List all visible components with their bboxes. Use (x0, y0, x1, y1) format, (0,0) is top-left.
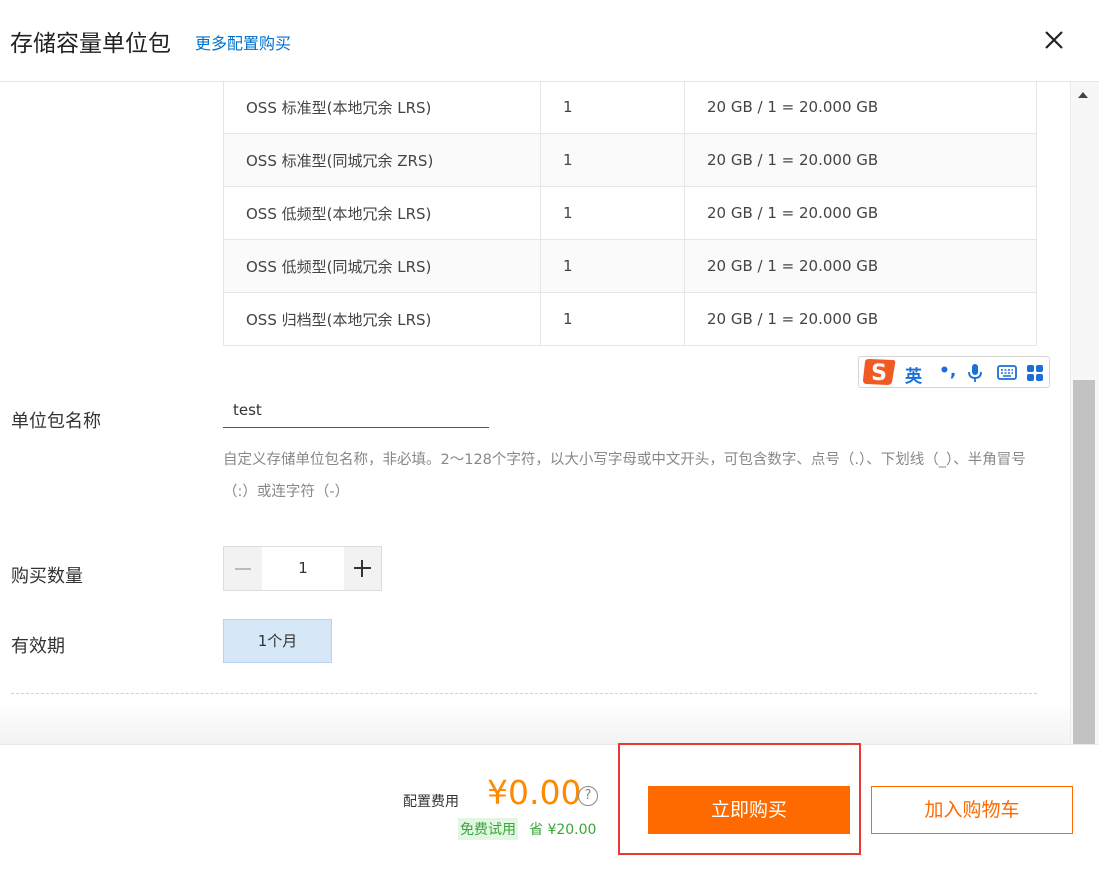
microphone-icon[interactable] (967, 363, 983, 383)
table-cell-capacity: 20 GB / 1 = 20.000 GB (684, 186, 1037, 240)
scroll-up-arrow-icon[interactable] (1078, 92, 1088, 98)
period-option-1-month[interactable]: 1个月 (223, 619, 332, 663)
quantity-decrement-button[interactable] (224, 547, 262, 590)
scrollbar-thumb[interactable] (1073, 380, 1095, 744)
help-icon[interactable]: ? (578, 786, 598, 806)
table-cell-capacity: 20 GB / 1 = 20.000 GB (684, 82, 1037, 134)
package-name-input[interactable] (223, 392, 489, 428)
dialog-header: 存储容量单位包 更多配置购买 (0, 0, 1099, 82)
table-cell-type: OSS 标准型(本地冗余 LRS) (223, 82, 541, 134)
fee-label: 配置费用 (403, 794, 459, 810)
add-to-cart-button[interactable]: 加入购物车 (871, 786, 1073, 834)
close-button[interactable] (1040, 26, 1068, 54)
quantity-increment-button[interactable] (344, 547, 381, 590)
table-cell-count: 1 (540, 82, 685, 134)
dialog-content[interactable]: OSS 标准型(本地冗余 LRS) 1 20 GB / 1 = 20.000 G… (0, 82, 1070, 744)
table-cell-type: OSS 标准型(同城冗余 ZRS) (223, 133, 541, 187)
sogou-logo-icon[interactable]: S (861, 358, 897, 386)
ime-toolbar[interactable]: S 英 •, (858, 356, 1050, 388)
table-cell-capacity: 20 GB / 1 = 20.000 GB (684, 133, 1037, 187)
quantity-label: 购买数量 (11, 566, 83, 587)
table-cell-count: 1 (540, 186, 685, 240)
table-row: OSS 标准型(本地冗余 LRS) 1 20 GB / 1 = 20.000 G… (223, 82, 1037, 134)
close-icon (1045, 31, 1063, 49)
table-cell-capacity: 20 GB / 1 = 20.000 GB (684, 292, 1037, 346)
package-name-hint: 自定义存储单位包名称，非必填。2～128个字符，以大小写字母或中文开头，可包含数… (223, 452, 1026, 500)
quantity-stepper[interactable]: 1 (223, 546, 382, 591)
divider (11, 693, 1037, 694)
more-config-link[interactable]: 更多配置购买 (195, 30, 291, 54)
table-row: OSS 低频型(本地冗余 LRS) 1 20 GB / 1 = 20.000 G… (223, 186, 1037, 240)
purchase-footer: 配置费用 ¥0.00 ? 免费试用 省 ¥20.00 立即购买 加入购物车 (0, 743, 1099, 869)
table-cell-type: OSS 低频型(本地冗余 LRS) (223, 186, 541, 240)
table-row: OSS 标准型(同城冗余 ZRS) 1 20 GB / 1 = 20.000 G… (223, 133, 1037, 187)
dialog-title: 存储容量单位包 (10, 31, 171, 57)
content-fade (0, 700, 1070, 744)
quantity-value[interactable]: 1 (262, 547, 344, 590)
table-cell-capacity: 20 GB / 1 = 20.000 GB (684, 239, 1037, 293)
savings-text: 省 ¥20.00 (529, 822, 597, 838)
table-row: OSS 归档型(本地冗余 LRS) 1 20 GB / 1 = 20.000 G… (223, 292, 1037, 346)
table-row: OSS 低频型(同城冗余 LRS) 1 20 GB / 1 = 20.000 G… (223, 239, 1037, 293)
table-cell-count: 1 (540, 239, 685, 293)
free-trial-badge: 免费试用 (458, 818, 518, 840)
package-name-label: 单位包名称 (11, 411, 101, 432)
svg-text:S: S (871, 361, 887, 386)
ime-punct-label[interactable]: •, (939, 361, 956, 381)
table-cell-type: OSS 低频型(同城冗余 LRS) (223, 239, 541, 293)
capacity-table: OSS 标准型(本地冗余 LRS) 1 20 GB / 1 = 20.000 G… (223, 82, 1037, 346)
period-label: 有效期 (11, 636, 65, 657)
vertical-scrollbar[interactable] (1070, 82, 1099, 744)
table-cell-type: OSS 归档型(本地冗余 LRS) (223, 292, 541, 346)
ime-mode-label[interactable]: 英 (905, 362, 922, 387)
table-cell-count: 1 (540, 292, 685, 346)
keyboard-icon[interactable] (997, 365, 1017, 380)
table-cell-count: 1 (540, 133, 685, 187)
fee-value: ¥0.00 (487, 773, 582, 812)
grid-icon[interactable] (1026, 364, 1044, 382)
buy-now-button[interactable]: 立即购买 (648, 786, 850, 834)
